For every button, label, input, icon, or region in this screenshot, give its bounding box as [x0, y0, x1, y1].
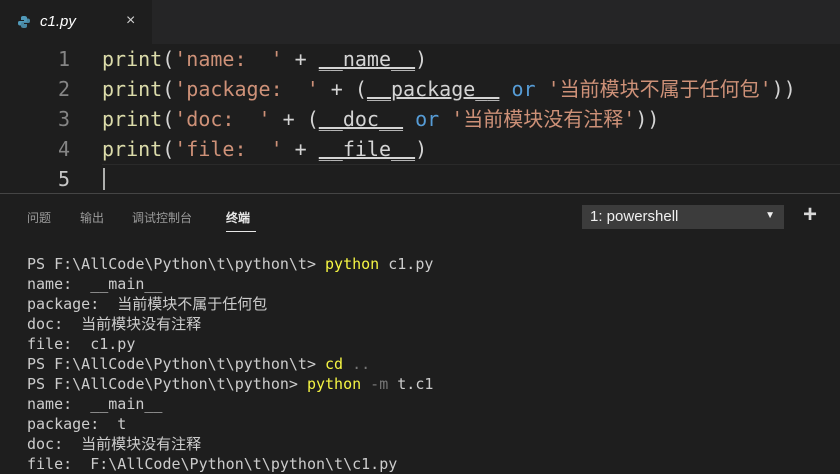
code-editor[interactable]: 1 print('name: ' + __name__) 2 print('pa…: [0, 44, 840, 194]
code-text: print('package: ' + (__package__ or '当前模…: [102, 77, 796, 101]
terminal-line: file: F:\AllCode\Python\t\python\t\c1.py: [27, 455, 398, 473]
terminal-line: PS F:\AllCode\Python\t\python> python -m…: [27, 375, 434, 393]
line-number: 2: [57, 77, 70, 101]
tab-title: c1.py: [40, 13, 76, 30]
tab-problems[interactable]: 问题: [27, 209, 51, 226]
terminal-output[interactable]: PS F:\AllCode\Python\t\python\t> python …: [27, 254, 433, 474]
python-file-icon: [17, 14, 31, 28]
code-text: print('doc: ' + (__doc__ or '当前模块没有注释')): [102, 107, 660, 131]
line-number: 4: [57, 137, 70, 161]
active-tab-indicator: [226, 231, 256, 232]
code-line: 5: [0, 164, 840, 194]
code-line: 3 print('doc: ' + (__doc__ or '当前模块没有注释'…: [0, 104, 840, 134]
terminal-line: PS F:\AllCode\Python\t\python\t> cd ..: [27, 355, 371, 373]
close-icon[interactable]: ×: [126, 12, 135, 30]
terminal-select[interactable]: 1: powershell ▼: [582, 205, 784, 229]
tab-output[interactable]: 输出: [80, 209, 104, 226]
chevron-down-icon: ▼: [765, 210, 775, 221]
code-line: 1 print('name: ' + __name__): [0, 44, 840, 74]
terminal-line: file: c1.py: [27, 335, 136, 353]
tab-terminal[interactable]: 终端: [226, 209, 250, 226]
add-terminal-button[interactable]: +: [803, 202, 817, 228]
line-number: 3: [57, 107, 70, 131]
bottom-panel: 问题 输出 调试控制台 终端 1: powershell ▼ + PS F:\A…: [0, 193, 840, 474]
terminal-line: doc: 当前模块没有注释: [27, 315, 202, 333]
terminal-line: package: t: [27, 415, 127, 433]
editor-tab-bar: c1.py ×: [0, 0, 840, 44]
editor-tab-c1[interactable]: c1.py ×: [0, 0, 152, 44]
terminal-line: name: __main__: [27, 275, 163, 293]
code-text: print('name: ' + __name__): [102, 47, 428, 71]
terminal-line: package: 当前模块不属于任何包: [27, 295, 268, 313]
terminal-line: name: __main__: [27, 395, 163, 413]
code-line: 4 print('file: ' + __file__): [0, 134, 840, 164]
terminal-select-value: 1: powershell: [590, 208, 679, 225]
text-cursor: [103, 168, 105, 190]
line-number: 5: [57, 167, 70, 191]
terminal-line: PS F:\AllCode\Python\t\python\t> python …: [27, 255, 434, 273]
line-number: 1: [57, 47, 70, 71]
terminal-line: doc: 当前模块没有注释: [27, 435, 202, 453]
code-text: print('file: ' + __file__): [102, 137, 428, 161]
code-line: 2 print('package: ' + (__package__ or '当…: [0, 74, 840, 104]
tab-debug-console[interactable]: 调试控制台: [132, 209, 192, 226]
